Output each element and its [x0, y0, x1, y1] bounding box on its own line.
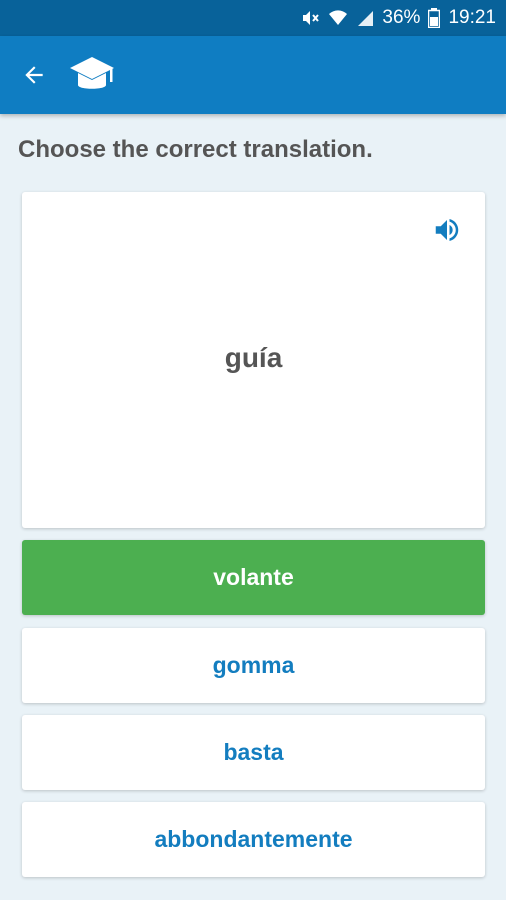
battery-percent: 36%: [382, 7, 421, 28]
status-bar: 36% 19:21: [0, 0, 506, 36]
speaker-button[interactable]: [431, 214, 463, 246]
battery-icon: [428, 8, 441, 28]
app-bar: [0, 36, 506, 114]
mute-icon: [300, 8, 320, 28]
answer-option-1[interactable]: volante: [22, 540, 485, 615]
answer-option-3[interactable]: basta: [22, 715, 485, 790]
signal-icon: [356, 9, 374, 27]
answer-option-4[interactable]: abbondantemente: [22, 802, 485, 877]
answer-option-2[interactable]: gomma: [22, 628, 485, 703]
back-button[interactable]: [14, 55, 54, 95]
wifi-icon: [328, 8, 348, 28]
speaker-icon: [435, 219, 459, 241]
instruction-text: Choose the correct translation.: [18, 136, 373, 163]
word-card: guía: [22, 192, 485, 528]
question-word: guía: [224, 342, 283, 373]
clock: 19:21: [448, 7, 496, 28]
arrow-back-icon: [25, 66, 43, 84]
graduation-cap-icon: [68, 55, 116, 95]
